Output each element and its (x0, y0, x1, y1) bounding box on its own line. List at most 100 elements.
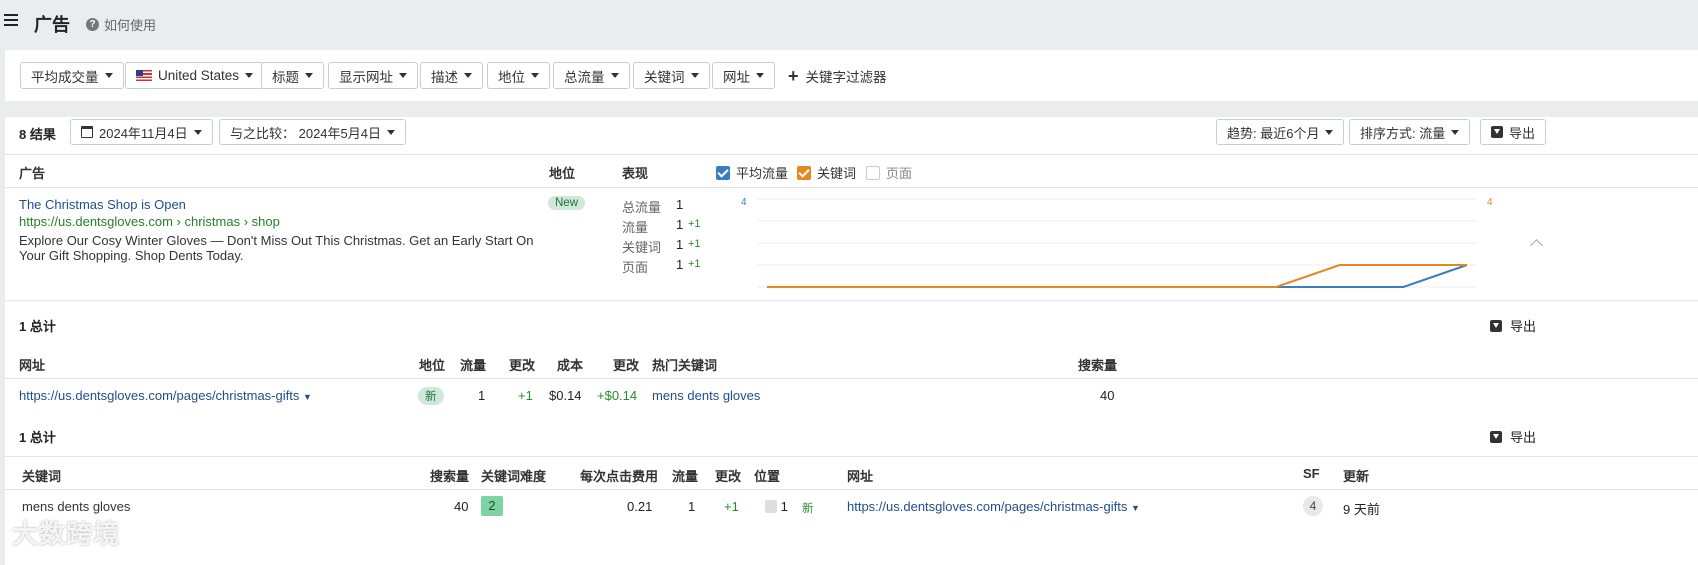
export-label: 导出 (1510, 319, 1537, 334)
export-button[interactable]: 导出 (1480, 119, 1547, 145)
chart-series-group (767, 264, 1468, 288)
checkbox-label: 页面 (886, 166, 913, 181)
filter-label: 描述 (431, 69, 458, 85)
download-icon (1491, 126, 1503, 138)
date-picker[interactable]: 2024年11月4日 (70, 119, 213, 145)
caret-down-icon: ▼ (302, 392, 312, 402)
divider (5, 154, 1698, 155)
filter-country[interactable]: United States (125, 62, 265, 89)
ad-display-url[interactable]: https://us.dentsgloves.com › christmas ›… (19, 214, 280, 229)
col-header-traffic: 流量 (672, 469, 699, 484)
col-header-cost: 成本 (557, 358, 584, 373)
checkbox-label: 关键词 (817, 166, 857, 181)
metric-label: 关键词 (622, 240, 662, 255)
metric-value: 1 (676, 257, 684, 272)
filter-bar: 平均成交量 United States 标题 显示网址 描述 地位 总流量 关键… (5, 50, 1698, 101)
position-value: 1 (780, 499, 788, 514)
filter-label: 地位 (498, 69, 525, 85)
trend-dropdown[interactable]: 趋势: 最近6个月 (1216, 119, 1345, 145)
urls-total: 1 总计 (19, 319, 56, 334)
date-label: 2024年11月4日 (99, 125, 188, 141)
keyword-position: 1 (765, 499, 788, 514)
url-text: https://us.dentsgloves.com/pages/christm… (19, 388, 300, 403)
keyword-updated: 9 天前 (1343, 502, 1380, 517)
checkbox-keywords[interactable]: 关键词 (797, 163, 856, 182)
metric-value: 1 (676, 217, 684, 232)
url-text: https://us.dentsgloves.com/pages/christm… (847, 499, 1128, 514)
checkbox-avg-traffic[interactable]: 平均流量 (716, 163, 788, 182)
checkbox-checked-icon (716, 166, 730, 180)
status-badge: New (548, 196, 586, 210)
y-axis-right-max-label: 4 (1487, 197, 1493, 208)
collapse-chevron-icon[interactable] (1530, 239, 1543, 252)
filter-keywords[interactable]: 关键词 (633, 62, 710, 89)
export-label: 导出 (1509, 125, 1536, 141)
kd-badge: 2 (481, 496, 503, 516)
help-link[interactable]: ? 如何使用 (86, 15, 156, 34)
filter-label: 标题 (272, 69, 299, 85)
keyword-volume: 40 (454, 499, 469, 514)
chart-series-line-2 (767, 264, 1467, 288)
col-header-keyword: 关键词 (22, 469, 62, 484)
filter-position[interactable]: 地位 (487, 62, 550, 89)
filter-title[interactable]: 标题 (261, 62, 324, 89)
chart-series-line-1 (767, 264, 1468, 288)
col-header-volume: 搜索量 (430, 469, 470, 484)
metric-label: 流量 (622, 220, 649, 235)
metric-label: 总流量 (622, 200, 662, 215)
filter-avg-volume[interactable]: 平均成交量 (20, 62, 124, 89)
col-header-volume: 搜索量 (1078, 358, 1118, 373)
trend-chart: 4 4 (741, 197, 1493, 288)
metric-label: 页面 (622, 260, 649, 275)
col-header-ad: 广告 (19, 166, 46, 181)
help-label: 如何使用 (104, 18, 157, 33)
filter-display-url[interactable]: 显示网址 (328, 62, 418, 89)
filter-label: 总流量 (564, 69, 605, 85)
caret-down-icon (1451, 129, 1460, 135)
compare-date-picker[interactable]: 与之比较： 2024年5月4日 (219, 119, 406, 145)
filter-total-traffic[interactable]: 总流量 (553, 62, 630, 89)
download-icon (1490, 430, 1502, 443)
col-header-position: 地位 (419, 358, 446, 373)
hamburger-menu-icon[interactable] (4, 14, 18, 26)
compare-label: 与之比较： 2024年5月4日 (230, 125, 381, 141)
page-title: 广告 (34, 15, 70, 35)
plus-icon: + (788, 65, 799, 86)
keyword-text[interactable]: mens dents gloves (22, 499, 130, 514)
caret-down-icon (531, 73, 539, 78)
results-count: 8 结果 (19, 127, 56, 142)
col-header-performance: 表现 (622, 166, 649, 181)
filter-url[interactable]: 网址 (712, 62, 775, 89)
filter-description[interactable]: 描述 (420, 62, 483, 89)
col-header-top-keyword: 热门关键词 (652, 358, 718, 373)
us-flag-icon (136, 70, 152, 81)
divider (5, 456, 1698, 457)
keyword-url-link[interactable]: https://us.dentsgloves.com/pages/christm… (847, 499, 1140, 514)
url-link[interactable]: https://us.dentsgloves.com/pages/christm… (19, 388, 312, 403)
keywords-total: 1 总计 (19, 430, 56, 445)
caret-down-icon (610, 73, 619, 78)
caret-down-icon (690, 73, 699, 78)
keywords-export-button[interactable]: 导出 (1490, 427, 1536, 446)
caret-down-icon (305, 73, 313, 78)
sort-dropdown[interactable]: 排序方式: 流量 (1349, 119, 1471, 145)
checkbox-checked-icon (797, 166, 811, 180)
export-label: 导出 (1510, 430, 1537, 445)
col-header-sf: SF (1303, 466, 1320, 481)
caret-down-icon (1325, 129, 1334, 135)
caret-down-icon (399, 73, 407, 78)
metric-value: 1 (676, 237, 684, 252)
ad-title-link[interactable]: The Christmas Shop is Open (19, 197, 186, 212)
question-icon: ? (86, 18, 99, 31)
checkbox-label: 平均流量 (736, 166, 789, 181)
caret-down-icon: ▼ (1130, 503, 1140, 513)
metric-delta: +1 (688, 238, 701, 250)
position-new-badge: 新 (802, 503, 814, 515)
urls-export-button[interactable]: 导出 (1490, 316, 1536, 335)
keyword-filter-button[interactable]: + 关键字过滤器 (788, 62, 887, 89)
filter-label: United States (158, 68, 240, 83)
checkbox-pages[interactable]: 页面 (866, 163, 912, 182)
col-header-updated: 更新 (1343, 469, 1370, 484)
top-keyword-link[interactable]: mens dents gloves (652, 388, 760, 403)
col-header-cpc: 每次点击费用 (580, 469, 659, 484)
